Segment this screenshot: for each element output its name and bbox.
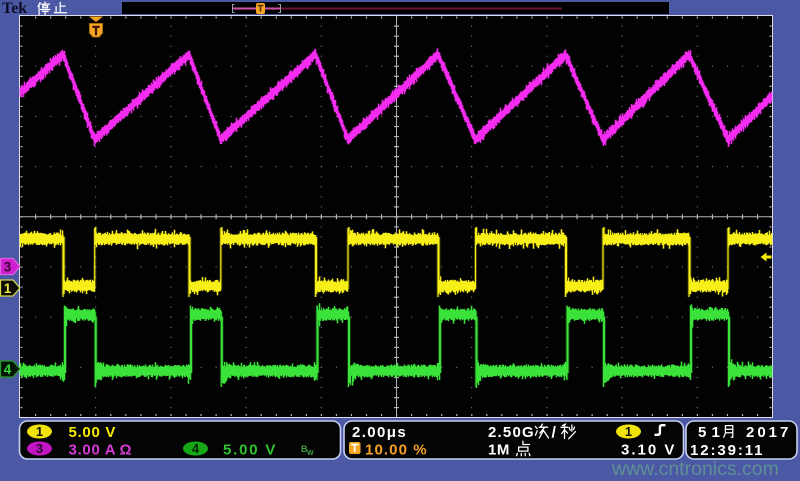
svg-text:5: 5 bbox=[698, 424, 706, 441]
svg-text:/: / bbox=[552, 425, 557, 442]
svg-text:1: 1 bbox=[36, 424, 43, 439]
svg-text:3: 3 bbox=[36, 441, 43, 456]
svg-text:10.00 %: 10.00 % bbox=[365, 442, 428, 459]
svg-text:2017: 2017 bbox=[746, 424, 791, 441]
svg-text:3: 3 bbox=[4, 260, 12, 275]
svg-text:W: W bbox=[307, 450, 314, 457]
svg-text:3.00 A: 3.00 A bbox=[69, 442, 117, 459]
svg-text:4: 4 bbox=[192, 441, 200, 456]
svg-text:1: 1 bbox=[4, 281, 12, 296]
svg-text:5.00 V: 5.00 V bbox=[69, 424, 117, 441]
svg-text:2.00μs: 2.00μs bbox=[352, 424, 407, 441]
svg-text:1: 1 bbox=[712, 424, 720, 441]
svg-text:Tek: Tek bbox=[2, 0, 27, 17]
svg-text:12:39:11: 12:39:11 bbox=[690, 442, 764, 459]
svg-text:1M: 1M bbox=[488, 442, 510, 459]
svg-text:4: 4 bbox=[4, 362, 12, 377]
svg-text:Ω: Ω bbox=[120, 442, 132, 459]
svg-text:1: 1 bbox=[625, 424, 632, 439]
svg-text:www.cntronics.com: www.cntronics.com bbox=[611, 458, 779, 480]
svg-text:3.10 V: 3.10 V bbox=[621, 442, 676, 459]
svg-text:2.50G: 2.50G bbox=[488, 424, 535, 441]
svg-text:5.00 V: 5.00 V bbox=[223, 442, 277, 459]
